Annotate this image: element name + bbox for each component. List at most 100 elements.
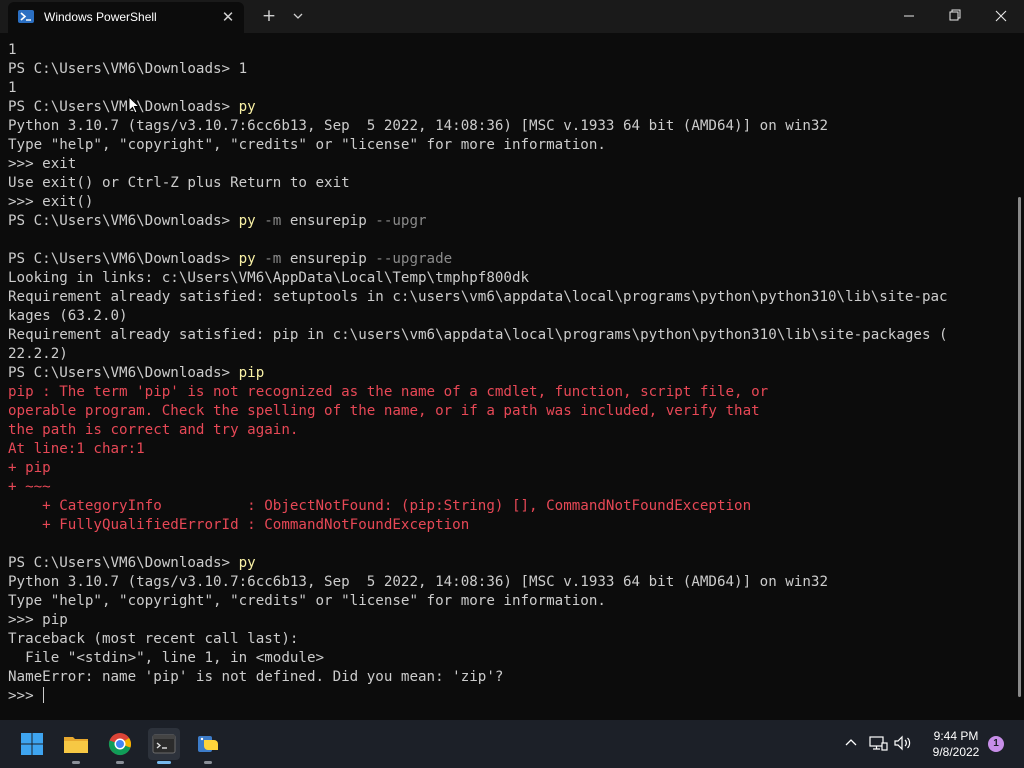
error-text: + FullyQualifiedErrorId : CommandNotFoun… <box>8 517 470 533</box>
terminal-line: + FullyQualifiedErrorId : CommandNotFoun… <box>8 516 948 535</box>
parameter-text: -m <box>255 251 282 267</box>
terminal-icon <box>152 734 176 754</box>
start-button[interactable] <box>16 728 48 760</box>
running-indicator <box>72 761 80 764</box>
terminal-line: Type "help", "copyright", "credits" or "… <box>8 592 948 611</box>
error-text: operable program. Check the spelling of … <box>8 403 760 419</box>
terminal-line: 1 <box>8 79 948 98</box>
terminal-line: PS C:\Users\VM6\Downloads> pip <box>8 364 948 383</box>
command-text: py <box>238 555 256 571</box>
terminal-line: >>> exit <box>8 155 948 174</box>
terminal-line: Requirement already satisfied: pip in c:… <box>8 326 948 345</box>
windows-logo-icon <box>21 733 43 755</box>
close-tab-button[interactable]: ✕ <box>218 7 238 27</box>
network-icon[interactable] <box>867 732 889 754</box>
output-text: Type "help", "copyright", "credits" or "… <box>8 137 606 153</box>
terminal-line: kages (63.2.0) <box>8 307 948 326</box>
error-text: pip : The term 'pip' is not recognized a… <box>8 384 769 400</box>
terminal-line: PS C:\Users\VM6\Downloads> py <box>8 98 948 117</box>
terminal-line: File "<stdin>", line 1, in <module> <box>8 649 948 668</box>
error-text: + CategoryInfo : ObjectNotFound: (pip:St… <box>8 498 752 514</box>
restore-button[interactable] <box>932 0 978 32</box>
tab-title: Windows PowerShell <box>44 10 157 24</box>
output-text: File "<stdin>", line 1, in <module> <box>8 650 325 666</box>
output-text: PS C:\Users\VM6\Downloads> <box>8 99 239 115</box>
parameter-text: -m <box>255 213 282 229</box>
output-text: Looking in links: c:\Users\VM6\AppData\L… <box>8 270 530 286</box>
output-text: Use exit() or Ctrl-Z plus Return to exit <box>8 175 350 191</box>
chevron-up-icon <box>845 739 857 746</box>
output-text: >>> pip <box>8 612 68 628</box>
output-text: >>> <box>8 688 43 704</box>
output-text: PS C:\Users\VM6\Downloads> <box>8 365 239 381</box>
chrome-button[interactable] <box>104 728 136 764</box>
tab-windows-powershell[interactable]: Windows PowerShell ✕ <box>8 2 244 33</box>
output-text: >>> exit <box>8 156 77 172</box>
terminal-line: 1 <box>8 41 948 60</box>
output-text: PS C:\Users\VM6\Downloads> <box>8 555 239 571</box>
taskbar <box>0 720 1024 768</box>
python-button[interactable] <box>192 728 224 764</box>
terminal-line: >>> <box>8 687 948 706</box>
output-text: 1 <box>238 61 248 77</box>
output-text: Python 3.10.7 (tags/v3.10.7:6cc6b13, Sep… <box>8 118 828 134</box>
command-text: py <box>238 213 256 229</box>
chevron-down-icon[interactable] <box>288 6 308 26</box>
terminal-line: Traceback (most recent call last): <box>8 630 948 649</box>
scrollbar-thumb[interactable] <box>1018 197 1021 697</box>
new-tab-button[interactable]: + <box>258 6 280 26</box>
command-text: py <box>238 251 256 267</box>
vertical-scrollbar[interactable] <box>1016 33 1024 720</box>
running-indicator <box>116 761 124 764</box>
terminal-button[interactable] <box>148 728 180 764</box>
mouse-pointer-icon <box>128 95 141 118</box>
output-text: Type "help", "copyright", "credits" or "… <box>8 593 606 609</box>
clock-time[interactable]: 9:44 PM <box>916 729 996 743</box>
output-text: NameError: name 'pip' is not defined. Di… <box>8 669 504 685</box>
terminal-line: pip : The term 'pip' is not recognized a… <box>8 383 948 402</box>
parameter-text: --upgr <box>366 213 427 229</box>
file-explorer-button[interactable] <box>60 728 92 764</box>
terminal-line: PS C:\Users\VM6\Downloads> 1 <box>8 60 948 79</box>
terminal-line: PS C:\Users\VM6\Downloads> py <box>8 554 948 573</box>
output-text: Requirement already satisfied: setuptool… <box>8 289 948 305</box>
powershell-icon <box>18 10 34 23</box>
command-text: py <box>238 99 256 115</box>
terminal-line: >>> exit() <box>8 193 948 212</box>
terminal-line: the path is correct and try again. <box>8 421 948 440</box>
error-text: At line:1 char:1 <box>8 441 145 457</box>
show-hidden-icons-button[interactable] <box>840 732 862 754</box>
python-icon <box>198 736 218 752</box>
text-cursor <box>43 687 45 703</box>
terminal-lines: 1 PS C:\Users\VM6\Downloads> 1 1 PS C:\User… <box>8 41 948 706</box>
terminal-line: operable program. Check the spelling of … <box>8 402 948 421</box>
error-text: + pip <box>8 460 51 476</box>
output-text: PS C:\Users\VM6\Downloads> <box>8 213 239 229</box>
output-text: ensurepip <box>281 213 367 229</box>
output-text: 1 <box>8 42 17 58</box>
minimize-button[interactable] <box>886 0 932 32</box>
terminal-line: PS C:\Users\VM6\Downloads> py -m ensurep… <box>8 212 948 231</box>
clock-date[interactable]: 9/8/2022 <box>916 745 996 759</box>
chrome-icon <box>108 733 131 756</box>
volume-icon[interactable] <box>892 732 914 754</box>
terminal-line: Python 3.10.7 (tags/v3.10.7:6cc6b13, Sep… <box>8 117 948 136</box>
output-text: Traceback (most recent call last): <box>8 631 299 647</box>
close-window-button[interactable] <box>978 0 1024 32</box>
terminal-line: + ~~~ <box>8 478 948 497</box>
terminal-line: Python 3.10.7 (tags/v3.10.7:6cc6b13, Sep… <box>8 573 948 592</box>
output-text: kages (63.2.0) <box>8 308 128 324</box>
output-text: Python 3.10.7 (tags/v3.10.7:6cc6b13, Sep… <box>8 574 828 590</box>
title-bar: Windows PowerShell ✕ + <box>0 0 1024 33</box>
command-text: pip <box>238 365 265 381</box>
folder-icon <box>64 737 88 753</box>
terminal-line: 22.2.2) <box>8 345 948 364</box>
terminal-line: PS C:\Users\VM6\Downloads> py -m ensurep… <box>8 250 948 269</box>
terminal-line: >>> pip <box>8 611 948 630</box>
error-text: the path is correct and try again. <box>8 422 299 438</box>
notification-badge[interactable]: 1 <box>988 736 1004 752</box>
output-text: 1 <box>8 80 17 96</box>
terminal-output-area[interactable]: 1 PS C:\Users\VM6\Downloads> 1 1 PS C:\User… <box>0 33 1016 720</box>
